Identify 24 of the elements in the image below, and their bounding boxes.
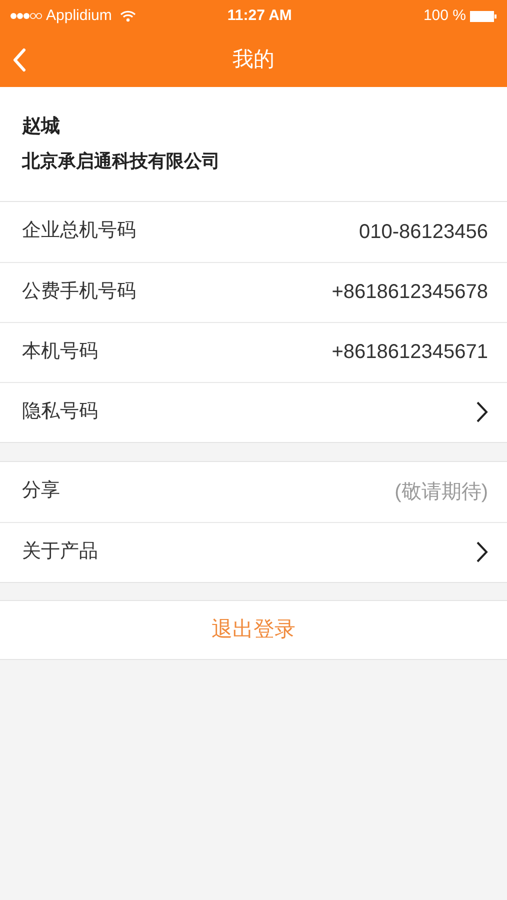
- back-button[interactable]: [12, 48, 26, 72]
- coming-soon-note: (敬请期待): [394, 480, 488, 504]
- row-label: 本机号码: [22, 340, 98, 364]
- phone-number: 010-86123456: [358, 220, 488, 244]
- row-label: 隐私号码: [22, 400, 98, 424]
- chevron-icon: [476, 541, 488, 563]
- signal-icon: [10, 12, 42, 20]
- row-label: 关于产品: [22, 540, 98, 564]
- carrier-name: Applidium: [46, 6, 112, 26]
- page-title: 我的: [232, 46, 274, 73]
- company-name: 北京承启通科技有限公司: [22, 150, 221, 172]
- row-label: 公费手机号码: [22, 280, 136, 304]
- user-name: 赵城: [22, 115, 61, 139]
- wifi-icon: [120, 10, 136, 22]
- chevron-icon: [476, 401, 488, 423]
- battery-percent: 100 %: [423, 6, 466, 26]
- phone-number: +8618612345671: [332, 340, 488, 365]
- menu-row[interactable]: 关于产品: [0, 522, 507, 582]
- row-label: 分享: [22, 479, 60, 504]
- status-time: 11:27 AM: [227, 6, 292, 26]
- battery-icon: [470, 10, 497, 22]
- menu-row[interactable]: 隐私号码: [0, 382, 507, 442]
- row-label: 企业总机号码: [22, 219, 136, 244]
- phone-number: +8618612345678: [332, 280, 488, 305]
